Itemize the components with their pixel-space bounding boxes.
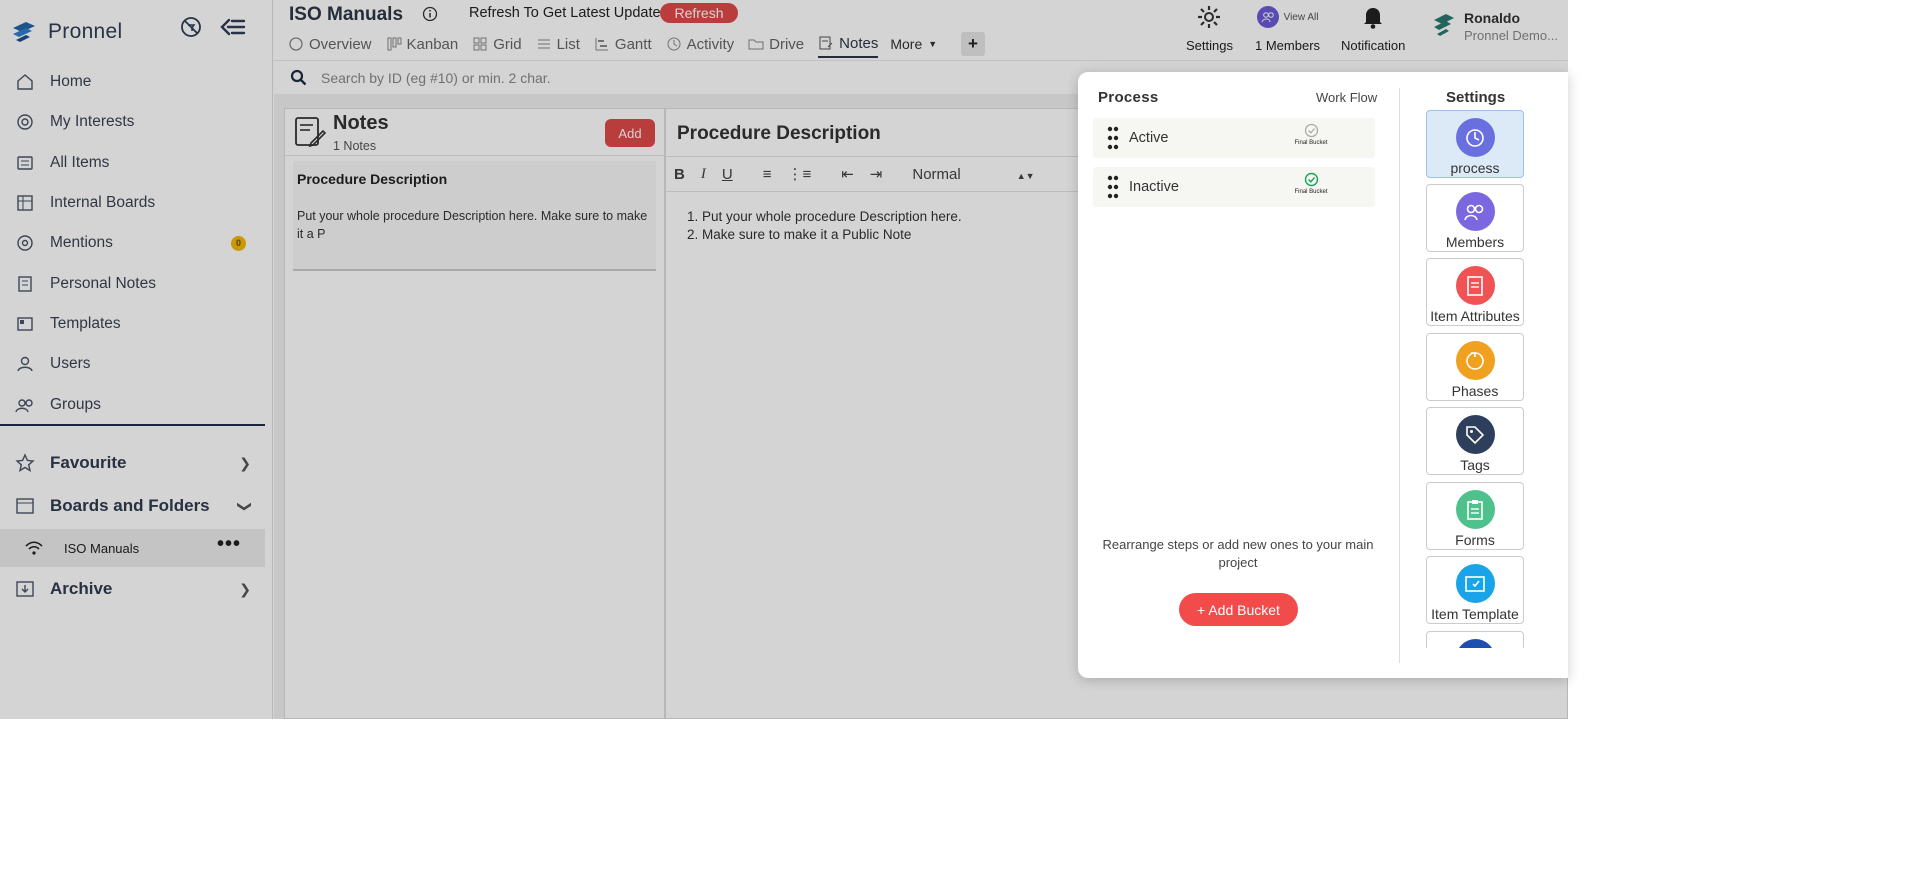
settings-more-card[interactable] [1426, 631, 1524, 648]
bucket-row[interactable]: Active Final Bucket [1093, 118, 1375, 158]
template-icon [1455, 564, 1495, 603]
final-bucket-toggle[interactable]: Final Bucket [1279, 172, 1343, 195]
settings-label: Item Template [1431, 606, 1519, 622]
settings-label: Members [1445, 234, 1505, 250]
process-hint: Rearrange steps or add new ones to your … [1102, 537, 1374, 570]
settings-phases[interactable]: Phases [1426, 333, 1524, 401]
drag-handle-icon[interactable] [1107, 175, 1119, 199]
check-circle-icon [1304, 123, 1318, 138]
check-circle-icon [1304, 172, 1318, 187]
settings-item-attributes[interactable]: Item Attributes [1426, 258, 1524, 326]
workflow-link[interactable]: Work Flow [1316, 90, 1377, 105]
cycle-icon [1455, 341, 1495, 380]
members-icon [1455, 192, 1495, 231]
bucket-label: Active [1129, 130, 1169, 146]
final-bucket-label: Final Bucket [1294, 189, 1328, 195]
settings-label: Item Attributes [1430, 308, 1520, 324]
settings-label: Tags [1460, 457, 1490, 473]
modal-divider [1399, 88, 1400, 663]
process-icon [1455, 118, 1495, 157]
settings-members[interactable]: Members [1426, 184, 1524, 252]
settings-tags[interactable]: Tags [1426, 407, 1524, 475]
settings-label: Phases [1451, 383, 1499, 399]
settings-item-template[interactable]: Item Template [1426, 556, 1524, 624]
clipboard-icon [1455, 490, 1495, 529]
tag-icon [1455, 415, 1495, 454]
settings-label: Forms [1455, 532, 1495, 548]
settings-process[interactable]: process [1426, 110, 1524, 178]
settings-title: Settings [1446, 89, 1506, 106]
final-bucket-label: Final Bucket [1294, 140, 1328, 146]
settings-list: process Members Item Attributes Phases T… [1426, 110, 1526, 648]
document-icon [1455, 266, 1495, 305]
settings-more-icon [1455, 639, 1495, 648]
process-title: Process [1098, 89, 1159, 106]
final-bucket-toggle[interactable]: Final Bucket [1279, 123, 1343, 146]
board-settings-modal: Process Work Flow Active Final Bucket In… [1078, 72, 1568, 678]
bucket-label: Inactive [1129, 179, 1179, 195]
settings-label: process [1450, 160, 1500, 176]
drag-handle-icon[interactable] [1107, 126, 1119, 150]
settings-forms[interactable]: Forms [1426, 482, 1524, 550]
add-bucket-button[interactable]: + Add Bucket [1179, 593, 1298, 626]
bucket-row[interactable]: Inactive Final Bucket [1093, 167, 1375, 207]
